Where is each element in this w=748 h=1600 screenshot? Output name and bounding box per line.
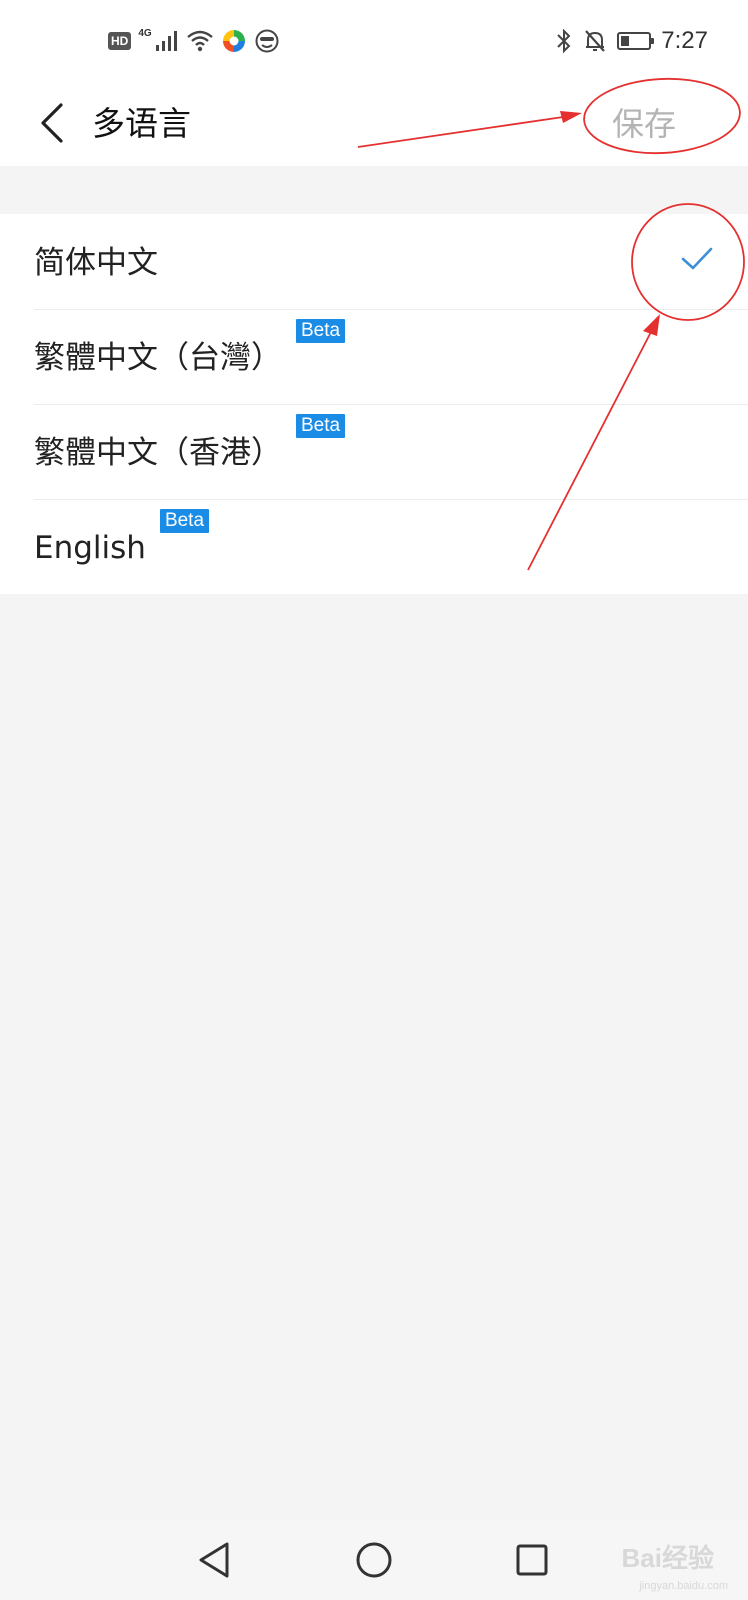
recents-square-icon: [516, 1544, 548, 1576]
language-option-simplified-chinese[interactable]: 简体中文: [0, 214, 748, 309]
language-list: 简体中文 繁體中文（台灣）Beta 繁體中文（香港）Beta EnglishBe…: [0, 214, 748, 594]
language-label: 繁體中文（台灣）Beta: [34, 319, 346, 379]
chevron-left-icon: [41, 103, 63, 143]
home-circle-icon: [356, 1542, 392, 1578]
save-button[interactable]: 保存: [612, 102, 676, 146]
system-nav-bar: Bai经验 jingyan.baidu.com: [0, 1520, 748, 1600]
network-type: 4G: [138, 27, 152, 39]
wifi-icon: [186, 30, 213, 52]
mute-bell-icon: [585, 30, 606, 52]
battery-icon: [617, 32, 655, 50]
status-bar: HD 4G 7:27: [0, 0, 748, 84]
language-option-traditional-chinese-taiwan[interactable]: 繁體中文（台灣）Beta: [0, 309, 748, 404]
battery-level: [621, 36, 630, 46]
clock: 7:27: [661, 27, 708, 54]
language-option-traditional-chinese-hongkong[interactable]: 繁體中文（香港）Beta: [0, 404, 748, 499]
back-button[interactable]: [32, 98, 72, 148]
language-label: 简体中文: [34, 245, 158, 281]
language-label: 繁體中文（香港）Beta: [34, 414, 346, 474]
language-option-english[interactable]: EnglishBeta: [0, 499, 748, 594]
status-right: 7:27: [555, 26, 708, 56]
page-title: 多语言: [92, 104, 191, 143]
nav-back-button[interactable]: [188, 1534, 240, 1586]
watermark-url: jingyan.baidu.com: [639, 1580, 728, 1592]
back-triangle-icon: [199, 1542, 229, 1578]
beta-badge: Beta: [296, 414, 346, 438]
beta-badge: Beta: [296, 319, 346, 343]
face-icon: [255, 29, 279, 53]
app-icon: [222, 30, 245, 52]
check-icon: [681, 247, 713, 270]
bluetooth-icon: [557, 28, 571, 54]
beta-badge: Beta: [159, 509, 210, 533]
watermark: Bai经验: [621, 1543, 714, 1573]
hd-badge: HD: [108, 32, 132, 50]
nav-recents-button[interactable]: [506, 1534, 558, 1586]
signal-icon: [155, 31, 177, 51]
language-label: EnglishBeta: [34, 509, 210, 569]
nav-home-button[interactable]: [348, 1534, 400, 1586]
status-left: HD 4G: [108, 26, 280, 56]
app-header: 多语言 保存: [0, 84, 748, 166]
